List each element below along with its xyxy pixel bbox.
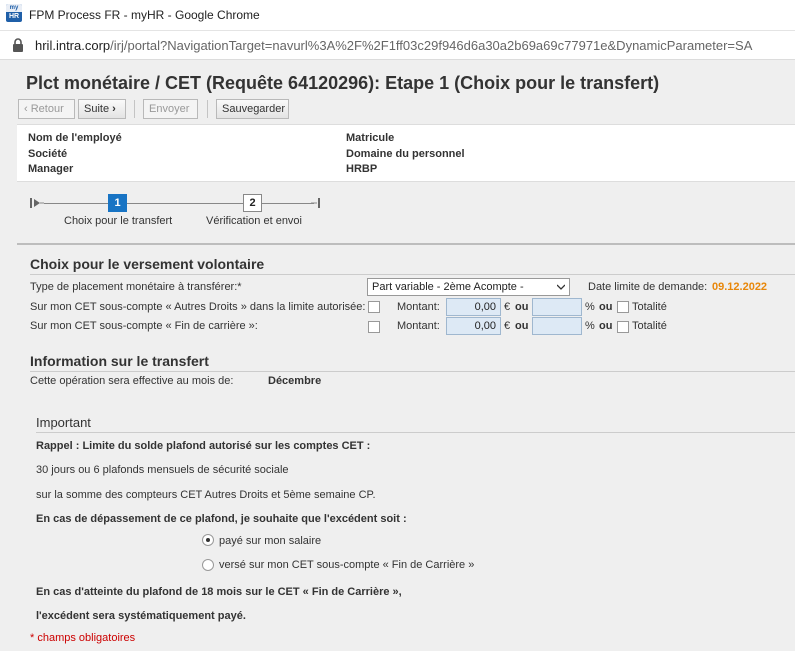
cet-transfer-label[interactable]: versé sur mon CET sous-compte « Fin de C… — [219, 559, 474, 571]
hrbp-label: HRBP — [346, 163, 378, 175]
section-underline — [36, 432, 795, 433]
section-underline — [30, 274, 795, 275]
important-line-6: l'excédent sera systématiquement payé. — [36, 610, 246, 622]
section-divider — [17, 243, 795, 245]
fin-carriere-label: Sur mon CET sous-compte « Fin de carrièr… — [30, 320, 258, 332]
save-button[interactable]: Sauvegarder — [216, 99, 289, 119]
send-button[interactable]: Envoyer — [143, 99, 198, 119]
autres-droits-total-checkbox[interactable] — [617, 301, 629, 313]
autres-droits-amount-input[interactable]: 0,00 — [446, 298, 501, 316]
effective-value: Décembre — [268, 375, 322, 387]
roadmap-label-2: Vérification et envoi — [206, 215, 302, 227]
myhr-logo-icon: my HR — [6, 4, 22, 22]
important-rappel: Rappel : Limite du solde plafond autoris… — [36, 440, 371, 452]
placement-type-select[interactable]: Part variable - 2ème Acompte - — [367, 278, 570, 296]
company-label: Société — [28, 148, 68, 160]
effective-label: Cette opération sera effective au mois d… — [30, 375, 234, 387]
percent-label: % — [585, 301, 595, 313]
lock-icon — [13, 38, 23, 52]
window-title: FPM Process FR - myHR - Google Chrome — [29, 8, 260, 22]
roadmap-start-icon — [30, 198, 44, 208]
fin-carriere-total-checkbox[interactable] — [617, 321, 629, 333]
important-line-2: 30 jours ou 6 plafonds mensuels de sécur… — [36, 464, 289, 476]
important-line-3: sur la somme des compteurs CET Autres Dr… — [36, 489, 376, 501]
url-host: hril.intra.corp — [35, 38, 111, 53]
or-label: ou — [599, 301, 613, 313]
cet-transfer-radio[interactable] — [202, 559, 214, 571]
required-fields-note: * champs obligatoires — [30, 632, 136, 644]
employee-header: Nom de l'employé Société Manager Matricu… — [17, 124, 795, 182]
currency-label: € — [504, 320, 511, 332]
required-mark: * — [237, 281, 242, 293]
fin-carriere-checkbox[interactable] — [368, 321, 380, 333]
autres-droits-checkbox[interactable] — [368, 301, 380, 313]
fin-carriere-amount-input[interactable]: 0,00 — [446, 317, 501, 335]
pay-salary-radio[interactable] — [202, 534, 214, 546]
total-label: Totalité — [632, 320, 667, 332]
chevron-down-icon — [557, 284, 565, 290]
address-bar[interactable]: hril.intra.corp/irj/portal?NavigationTar… — [0, 31, 795, 60]
autres-droits-label: Sur mon CET sous-compte « Autres Droits … — [30, 301, 366, 313]
toolbar-separator — [134, 100, 135, 118]
type-label: Type de placement monétaire à transférer… — [30, 281, 242, 293]
roadmap-step-1[interactable]: 1 — [108, 194, 127, 212]
page-title: Plct monétaire / CET (Requête 64120296):… — [26, 73, 660, 93]
autres-droits-percent-input[interactable] — [532, 298, 582, 316]
total-label: Totalité — [632, 301, 667, 313]
section-underline — [30, 371, 795, 372]
important-line-5: En cas d'atteinte du plafond de 18 mois … — [36, 586, 402, 598]
fin-carriere-percent-input[interactable] — [532, 317, 582, 335]
next-button[interactable]: Suite › — [78, 99, 126, 119]
roadmap-end-icon — [311, 198, 320, 208]
chevron-left-icon: ‹ — [24, 103, 28, 115]
or-label: ou — [515, 301, 529, 313]
url-text[interactable]: hril.intra.corp/irj/portal?NavigationTar… — [35, 38, 752, 53]
amount-label: Montant: — [397, 301, 440, 313]
roadmap-label-1: Choix pour le transfert — [64, 215, 173, 227]
back-button[interactable]: ‹ Retour — [18, 99, 75, 119]
domain-label: Domaine du personnel — [346, 148, 465, 160]
roadmap-step-2[interactable]: 2 — [243, 194, 262, 212]
choice-section-title: Choix pour le versement volontaire — [30, 256, 265, 272]
transfer-section-title: Information sur le transfert — [30, 353, 209, 369]
roadmap: 1 2 Choix pour le transfert Vérification… — [28, 193, 328, 233]
portal-page: Plct monétaire / CET (Requête 64120296):… — [0, 61, 795, 651]
important-line-4: En cas de dépassement de ce plafond, je … — [36, 513, 407, 525]
manager-label: Manager — [28, 163, 74, 175]
pay-salary-label[interactable]: payé sur mon salaire — [219, 535, 321, 547]
matricule-label: Matricule — [346, 132, 395, 144]
browser-title-bar: my HR FPM Process FR - myHR - Google Chr… — [0, 0, 795, 31]
roadmap-line — [44, 203, 108, 204]
or-label: ou — [599, 320, 613, 332]
deadline-label: Date limite de demande: — [588, 281, 708, 293]
percent-label: % — [585, 320, 595, 332]
important-title: Important — [36, 415, 91, 430]
amount-label: Montant: — [397, 320, 440, 332]
employee-name-label: Nom de l'employé — [28, 132, 122, 144]
roadmap-line — [127, 203, 243, 204]
currency-label: € — [504, 301, 511, 313]
toolbar-separator — [207, 100, 208, 118]
deadline-value: 09.12.2022 — [712, 281, 768, 293]
roadmap-line — [262, 203, 314, 204]
chevron-right-icon: › — [112, 103, 116, 115]
url-path: /irj/portal?NavigationTarget=navurl%3A%2… — [110, 38, 753, 53]
or-label: ou — [515, 320, 529, 332]
